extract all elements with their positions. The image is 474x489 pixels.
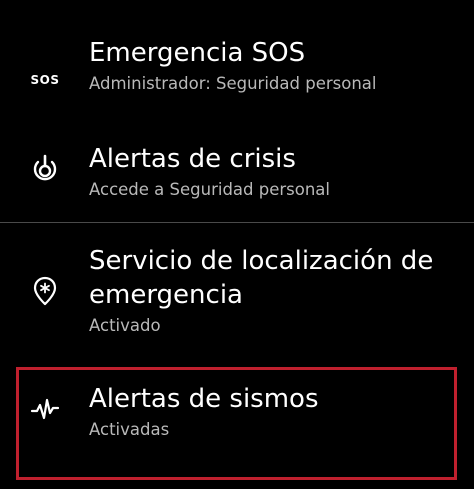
setting-emergency-sos[interactable]: SOS Emergencia SOS Administrador: Seguri… (0, 30, 474, 110)
sos-icon: SOS (30, 73, 60, 87)
setting-subtitle: Accede a Seguridad personal (89, 180, 330, 199)
setting-title: Alertas de crisis (89, 144, 296, 174)
setting-emergency-location-service[interactable]: Servicio de localización de emergencia A… (0, 244, 474, 344)
setting-crisis-alerts[interactable]: Alertas de crisis Accede a Seguridad per… (0, 140, 474, 210)
setting-subtitle: Activado (89, 316, 161, 335)
highlight-frame (16, 367, 457, 480)
location-pin-asterisk-icon (28, 274, 62, 308)
section-divider (0, 222, 474, 223)
settings-list: SOS Emergencia SOS Administrador: Seguri… (0, 0, 474, 489)
setting-subtitle: Administrador: Seguridad personal (89, 74, 377, 93)
crisis-alert-icon (28, 150, 62, 184)
setting-title: Emergencia SOS (89, 38, 306, 68)
setting-title: Servicio de localización de emergencia (89, 246, 434, 310)
